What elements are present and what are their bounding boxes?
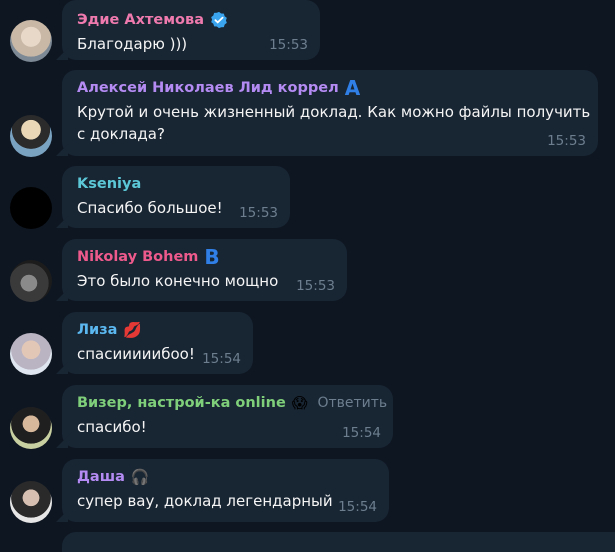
message-bubble[interactable]: Даша 🎧 супер вау, доклад легендарный 15:… xyxy=(62,459,389,522)
author-name[interactable]: Nikolay Bohem B xyxy=(77,245,333,269)
message-time: 15:54 xyxy=(342,425,381,441)
reply-button[interactable]: Ответить xyxy=(317,395,387,411)
letter-b-icon: B xyxy=(204,245,220,269)
message-bubble-partial[interactable] xyxy=(62,532,615,552)
avatar[interactable] xyxy=(10,187,52,229)
verified-icon xyxy=(211,11,227,29)
message-time: 15:53 xyxy=(239,205,278,221)
message-text: спасибо! xyxy=(77,418,147,436)
avatar[interactable] xyxy=(10,20,52,62)
kiss-mark-icon: 💋 xyxy=(123,321,143,339)
avatar[interactable] xyxy=(10,260,52,302)
message-bubble[interactable]: Kseniya Спасибо большое! 15:53 xyxy=(62,166,290,228)
message-time: 15:54 xyxy=(338,499,377,515)
avatar[interactable] xyxy=(10,481,52,523)
custom-emoji-icon: 😱 xyxy=(291,394,308,412)
headphones-emoji-icon: 🎧 xyxy=(130,468,150,486)
avatar[interactable] xyxy=(10,333,52,375)
message-text: супер вау, доклад легендарный xyxy=(77,492,333,510)
message-time: 15:53 xyxy=(296,278,335,294)
author-name[interactable]: Лиза 💋 xyxy=(77,320,239,340)
message-bubble[interactable]: Эдие Ахтемова Благодарю ))) 15:53 xyxy=(62,0,320,60)
author-name[interactable]: Визер, настрой-ка online 😱 Ответить xyxy=(77,393,387,413)
letter-a-icon: A xyxy=(344,76,361,100)
message-text: Крутой и очень жизненный доклад. Как мож… xyxy=(77,103,591,143)
avatar[interactable] xyxy=(10,407,52,449)
message-time: 15:53 xyxy=(547,133,586,149)
message-text: Это было конечно мощно xyxy=(77,272,279,290)
author-name[interactable]: Алексей Николаев Лид коррел A xyxy=(77,76,584,100)
author-name[interactable]: Kseniya xyxy=(77,174,276,194)
message-time: 15:53 xyxy=(269,37,308,53)
message-time: 15:54 xyxy=(202,351,241,367)
message-bubble[interactable]: Nikolay Bohem B Это было конечно мощно 1… xyxy=(62,239,347,301)
message-bubble[interactable]: Алексей Николаев Лид коррел A Крутой и о… xyxy=(62,70,598,156)
avatar[interactable] xyxy=(10,115,52,157)
message-bubble[interactable]: Лиза 💋 спасииииибоо! 15:54 xyxy=(62,312,253,374)
message-bubble[interactable]: Визер, настрой-ка online 😱 Ответить спас… xyxy=(62,385,393,448)
author-name[interactable]: Даша 🎧 xyxy=(77,467,375,487)
author-name[interactable]: Эдие Ахтемова xyxy=(77,10,306,30)
